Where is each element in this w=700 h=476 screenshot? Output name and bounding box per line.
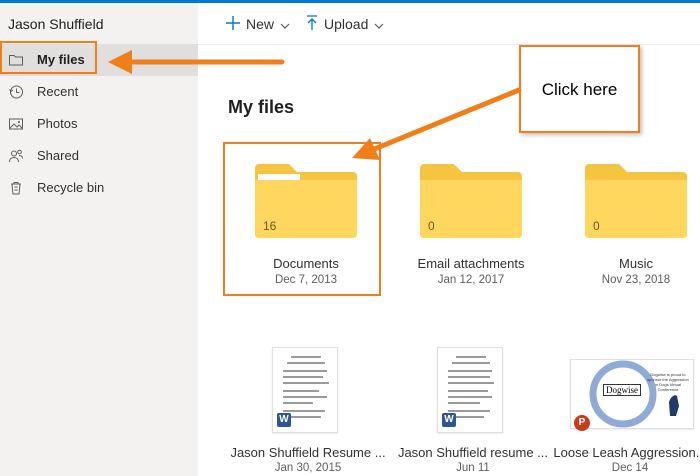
folder-icon (420, 164, 522, 238)
folder-name: Music (619, 256, 653, 271)
file-tile-resume-1[interactable]: W Jason Shuffield Resume ... Jan 30, 201… (230, 345, 386, 476)
folder-name: Email attachments (417, 256, 525, 271)
callout-text: Click here (541, 80, 618, 99)
powerpoint-icon: P (574, 415, 590, 431)
clock-icon (8, 84, 24, 100)
file-date: Jun 11 (456, 462, 490, 474)
upload-button[interactable]: Upload (306, 13, 384, 35)
folder-tile-music[interactable]: 0 Music Nov 23, 2018 (585, 164, 700, 294)
file-name: Jason Shuffield resume ... (397, 445, 549, 460)
my-files-highlight-box (0, 41, 97, 74)
sidebar-item-recent[interactable]: Recent (0, 76, 198, 108)
file-name: Loose Leash Aggression... (553, 445, 700, 460)
chevron-down-icon (374, 16, 384, 32)
chevron-down-icon (280, 16, 290, 32)
page-title: My files (228, 97, 295, 117)
upload-button-label: Upload (324, 16, 369, 32)
new-button-label: New (246, 16, 275, 32)
user-name: Jason Shuffield (8, 16, 104, 32)
sidebar-item-label: Recycle bin (37, 180, 105, 195)
folder-date: Jan 12, 2017 (437, 274, 505, 286)
file-name: Jason Shuffield Resume ... (230, 445, 386, 460)
upload-arrow-icon (306, 14, 318, 34)
new-button[interactable]: New (226, 13, 290, 35)
sidebar-item-label: Recent (37, 84, 79, 99)
word-icon: W (277, 413, 291, 427)
photo-icon (8, 116, 24, 132)
file-date: Dec 14 (611, 462, 649, 474)
sidebar-item-label: Photos (37, 116, 78, 131)
folder-icon (585, 164, 687, 238)
documents-highlight-box (223, 142, 381, 296)
item-count: 0 (593, 219, 600, 233)
sidebar-item-shared[interactable]: Shared (0, 140, 198, 172)
command-bar: New Upload (198, 3, 700, 45)
file-tile-resume-2[interactable]: W Jason Shuffield resume ... Jun 11 (398, 345, 548, 476)
shared-people-icon (8, 148, 24, 164)
click-here-callout: Click here (519, 45, 640, 133)
folder-tile-email-attachments[interactable]: 0 Email attachments Jan 12, 2017 (418, 164, 570, 294)
slide-text: Dogwise is proud to sponsor the Aggressi… (647, 372, 689, 392)
sidebar-item-recycle-bin[interactable]: Recycle bin (0, 172, 198, 204)
plus-icon (226, 15, 240, 33)
recycle-bin-icon (8, 180, 24, 196)
word-icon: W (442, 413, 456, 427)
file-date: Jan 30, 2015 (274, 462, 342, 474)
dogwise-logo: Dogwise (603, 384, 641, 396)
folder-date: Nov 23, 2018 (601, 274, 671, 286)
sidebar-item-label: Shared (37, 148, 79, 163)
sidebar-item-photos[interactable]: Photos (0, 108, 198, 140)
file-tile-loose-leash[interactable]: Dogwise Dogwise is proud to sponsor the … (553, 345, 700, 476)
item-count: 0 (428, 219, 435, 233)
